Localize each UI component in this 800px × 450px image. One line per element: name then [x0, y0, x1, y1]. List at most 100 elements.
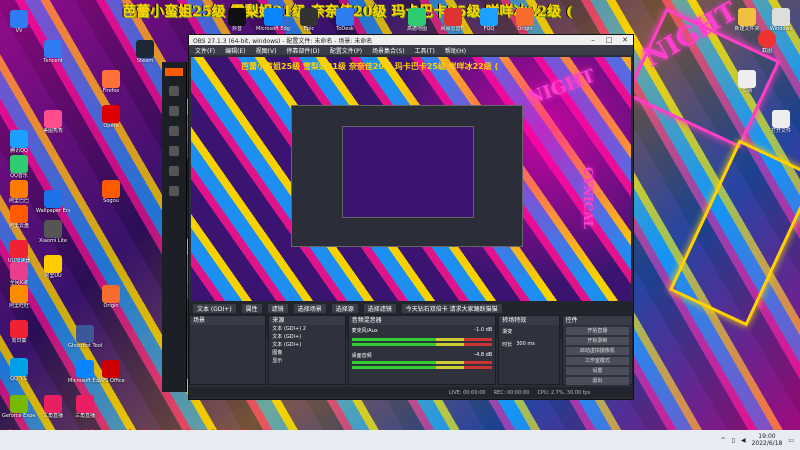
desktop-icon[interactable]: VV: [2, 10, 36, 48]
desktop-icon[interactable]: 向日葵: [2, 320, 36, 358]
desktop-icon[interactable]: Opera: [94, 105, 128, 143]
steam-icon: [136, 40, 154, 58]
desktop-icon[interactable]: Tencent: [36, 40, 70, 78]
desktop-icon[interactable]: 阿里旺旺: [2, 285, 36, 323]
close-icon[interactable]: ✕: [617, 36, 633, 44]
settings-button[interactable]: 设置: [565, 367, 629, 375]
clock[interactable]: 19:00 2022/6/18: [752, 433, 783, 447]
chevron-up-icon[interactable]: ^: [721, 437, 726, 444]
desktop-icon[interactable]: Steam: [128, 40, 162, 78]
cynical-sign: CYNICAL: [581, 167, 595, 229]
music-icon: [444, 8, 462, 26]
app-icon: [44, 255, 62, 273]
duration-value[interactable]: 300 ms: [516, 341, 535, 348]
streaming-app-sidebar: [162, 62, 187, 392]
edge-icon: [76, 360, 94, 378]
network-icon[interactable]: ▯: [732, 437, 735, 444]
menu-tools[interactable]: 工具(T): [415, 46, 435, 55]
notification-icon[interactable]: ▭: [788, 437, 794, 444]
menu-scene-collection[interactable]: 场景集合(S): [372, 46, 405, 55]
desktop-icon[interactable]: Xiaomi Lite: [36, 220, 70, 258]
source-item[interactable]: 图像: [272, 349, 344, 357]
desktop-icon[interactable]: 美图秀秀: [36, 110, 70, 148]
video-icon[interactable]: [169, 126, 179, 136]
minimize-icon[interactable]: –: [585, 36, 601, 44]
volume-icon[interactable]: ◀: [741, 437, 746, 444]
source-item[interactable]: 文本 (GDI+) 2: [272, 325, 344, 333]
cloud-icon: [10, 205, 28, 223]
desktop-icon[interactable]: QQ飞车: [2, 358, 36, 396]
desktop-icon[interactable]: Ghostbot Toolkit: [68, 325, 102, 363]
obs-menubar: 文件(F) 编辑(E) 视图(V) 停靠部件(D) 配置文件(P) 场景集合(S…: [189, 45, 633, 55]
windows-icon: [772, 8, 790, 26]
nested-obs-preview: [342, 126, 474, 218]
obs-titlebar[interactable]: OBS 27.1.3 (64-bit, windows) - 配置文件: 未命名…: [189, 35, 633, 45]
window-title: OBS 27.1.3 (64-bit, windows) - 配置文件: 未命名…: [193, 37, 373, 45]
desktop-icon[interactable]: WPS Office: [94, 360, 128, 398]
desktop-icon[interactable]: Origin: [94, 285, 128, 323]
duration-label: 时长: [502, 342, 513, 348]
virtual-camera-button[interactable]: 启动虚拟摄像机: [565, 347, 629, 355]
source-item[interactable]: 文本 (GDI+): [272, 341, 344, 349]
exit-button[interactable]: 退出: [565, 377, 629, 385]
origin-icon: [102, 285, 120, 303]
record-icon: [758, 30, 776, 48]
menu-profile[interactable]: 配置文件(P): [330, 46, 362, 55]
filters-button[interactable]: 滤镜: [267, 303, 288, 313]
game-icon[interactable]: [169, 106, 179, 116]
maximize-icon[interactable]: □: [601, 36, 617, 44]
source-item[interactable]: 文本 (GDI+): [272, 333, 344, 341]
ghost-icon: [76, 325, 94, 343]
chat-icon[interactable]: [169, 166, 179, 176]
map-icon: [408, 8, 426, 26]
gift-icon[interactable]: [169, 146, 179, 156]
mixer-channel-name: 桌面音频: [351, 353, 372, 359]
desktop-icon[interactable]: Firefox: [94, 70, 128, 108]
app-icon: [44, 40, 62, 58]
scenes-dock: 场景: [189, 315, 267, 385]
select-source-button[interactable]: 选择源: [331, 303, 358, 313]
remote-icon: [336, 8, 354, 26]
volume-meter: [351, 338, 493, 341]
obs-statusbar: LIVE: 00:00:00 REC: 00:00:00 CPU: 2.7%, …: [189, 387, 633, 398]
desktop-icon[interactable]: 截图: [750, 30, 784, 68]
menu-edit[interactable]: 编辑(E): [225, 46, 245, 55]
document-icon: [738, 70, 756, 88]
select-scene-button[interactable]: 选择场景: [293, 303, 326, 313]
mixer-header: 音频混音器: [348, 316, 496, 325]
start-recording-button[interactable]: 开始录制: [565, 337, 629, 345]
transitions-header: 转场特效: [499, 316, 559, 325]
app-icon: [480, 8, 498, 26]
menu-docks[interactable]: 停靠部件(D): [286, 46, 319, 55]
menu-file[interactable]: 文件(F): [195, 46, 215, 55]
transition-type[interactable]: 渐变: [499, 325, 558, 338]
app-icon: [10, 240, 28, 258]
desktop-icon[interactable]: 阿里云盘: [2, 205, 36, 243]
obs-preview[interactable]: 芭蕾小蛮姐25级 雪梨姐21级 奈奈佳20级 玛卡巴卡25级 咩咩冰22级 ( …: [191, 57, 631, 301]
clock-time: 19:00: [758, 433, 776, 440]
sources-dock: 来源 文本 (GDI+) 2 文本 (GDI+) 文本 (GDI+) 图像 显示: [268, 315, 346, 385]
transitions-dock: 转场特效 渐变 时长 300 ms: [498, 315, 560, 385]
app-icon: [10, 180, 28, 198]
app-icon: [44, 220, 62, 238]
studio-mode-button[interactable]: 工作室模式: [565, 357, 629, 365]
menu-view[interactable]: 视图(V): [256, 46, 277, 55]
home-icon[interactable]: [169, 86, 179, 96]
start-streaming-button[interactable]: 开始直播: [565, 327, 629, 335]
desktop-icon[interactable]: 文档: [730, 70, 764, 108]
source-toolbar: 文本 (GDI+) 属性 滤镜 选择场景 选择源 选择滤镜 今天钻石双倍卡 请求…: [189, 303, 637, 313]
cpu-status: CPU: 2.7%, 30.00 fps: [537, 389, 591, 396]
edge-icon: [264, 8, 282, 26]
menu-help[interactable]: 帮助(H): [445, 46, 466, 55]
firefox-icon: [102, 70, 120, 88]
select-filter-button[interactable]: 选择滤镜: [363, 303, 396, 313]
preview-overlay-text: 芭蕾小蛮姐25级 雪梨姐21级 奈奈佳20级 玛卡巴卡25级 咩咩冰22级 (: [241, 62, 499, 71]
properties-button[interactable]: 属性: [241, 303, 262, 313]
desktop-icon[interactable]: 阿里UU: [36, 255, 70, 293]
tiktok-icon: [228, 8, 246, 26]
source-item[interactable]: 显示: [272, 357, 344, 365]
settings-icon[interactable]: [169, 186, 179, 196]
desktop-icon[interactable]: 打开文件: [764, 110, 798, 148]
desktop-icon[interactable]: Sogou: [94, 180, 128, 218]
selected-source-label: 文本 (GDI+): [193, 303, 236, 313]
